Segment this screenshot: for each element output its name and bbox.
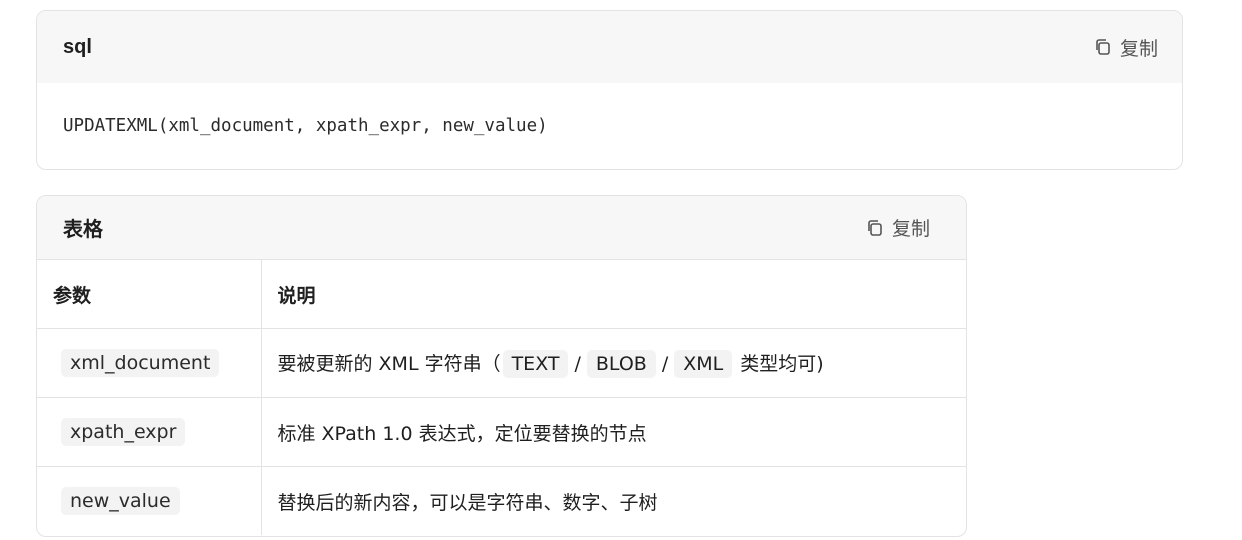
table-header-desc: 说明 xyxy=(261,260,966,329)
desc-prefix: 要被更新的 XML 字符串（ xyxy=(277,352,501,375)
table-copy-button[interactable]: 复制 xyxy=(866,214,930,241)
table-block-header: 表格 复制 xyxy=(37,196,966,260)
table-row: xml_document 要被更新的 XML 字符串（ TEXT / BLOB / XML… xyxy=(37,328,966,398)
desc-suffix: 类型均可) xyxy=(740,352,824,375)
copy-icon xyxy=(866,219,884,237)
code-language-label: sql xyxy=(63,35,92,58)
code-block-body: UPDATEXML(xml_document, xpath_expr, new_… xyxy=(37,83,1182,169)
param-cell: xml_document xyxy=(37,328,262,398)
type-separator: / xyxy=(661,352,669,375)
param-cell: xpath_expr xyxy=(37,397,262,467)
table-block: 表格 复制 参数 说明 xml_document 要被更新的 XML 字符串（ T… xyxy=(36,195,967,537)
type-chip: TEXT xyxy=(502,349,569,378)
table-header-row: 参数 说明 xyxy=(37,260,966,329)
type-chip: XML xyxy=(674,349,733,378)
code-copy-button[interactable]: 复制 xyxy=(1094,34,1158,61)
code-block-header: sql 复制 xyxy=(37,11,1182,83)
code-line: UPDATEXML(xml_document, xpath_expr, new_… xyxy=(63,116,548,136)
parameter-table: 参数 说明 xml_document 要被更新的 XML 字符串（ TEXT / BL… xyxy=(37,260,966,535)
desc-cell: 要被更新的 XML 字符串（ TEXT / BLOB / XML 类型均可) xyxy=(261,328,966,398)
type-chip: BLOB xyxy=(586,349,656,378)
param-cell: new_value xyxy=(37,466,262,535)
param-name: new_value xyxy=(61,487,180,515)
code-copy-label: 复制 xyxy=(1119,37,1158,60)
table-row: xpath_expr 标准 XPath 1.0 表达式，定位要替换的节点 xyxy=(37,397,966,467)
table-row: new_value 替换后的新内容，可以是字符串、数字、子树 xyxy=(37,466,966,535)
table-title: 表格 xyxy=(63,217,103,241)
param-name: xml_document xyxy=(61,349,220,377)
desc-cell: 替换后的新内容，可以是字符串、数字、子树 xyxy=(277,491,658,514)
type-separator: / xyxy=(574,352,581,375)
table-copy-label: 复制 xyxy=(891,218,930,240)
desc-cell: 标准 XPath 1.0 表达式，定位要替换的节点 xyxy=(261,397,966,467)
table-header-param: 参数 xyxy=(37,260,262,329)
param-name: xpath_expr xyxy=(61,418,186,446)
copy-icon xyxy=(1094,38,1112,56)
code-block: sql 复制 UPDATEXML(xml_document, xpath_exp… xyxy=(36,10,1183,170)
